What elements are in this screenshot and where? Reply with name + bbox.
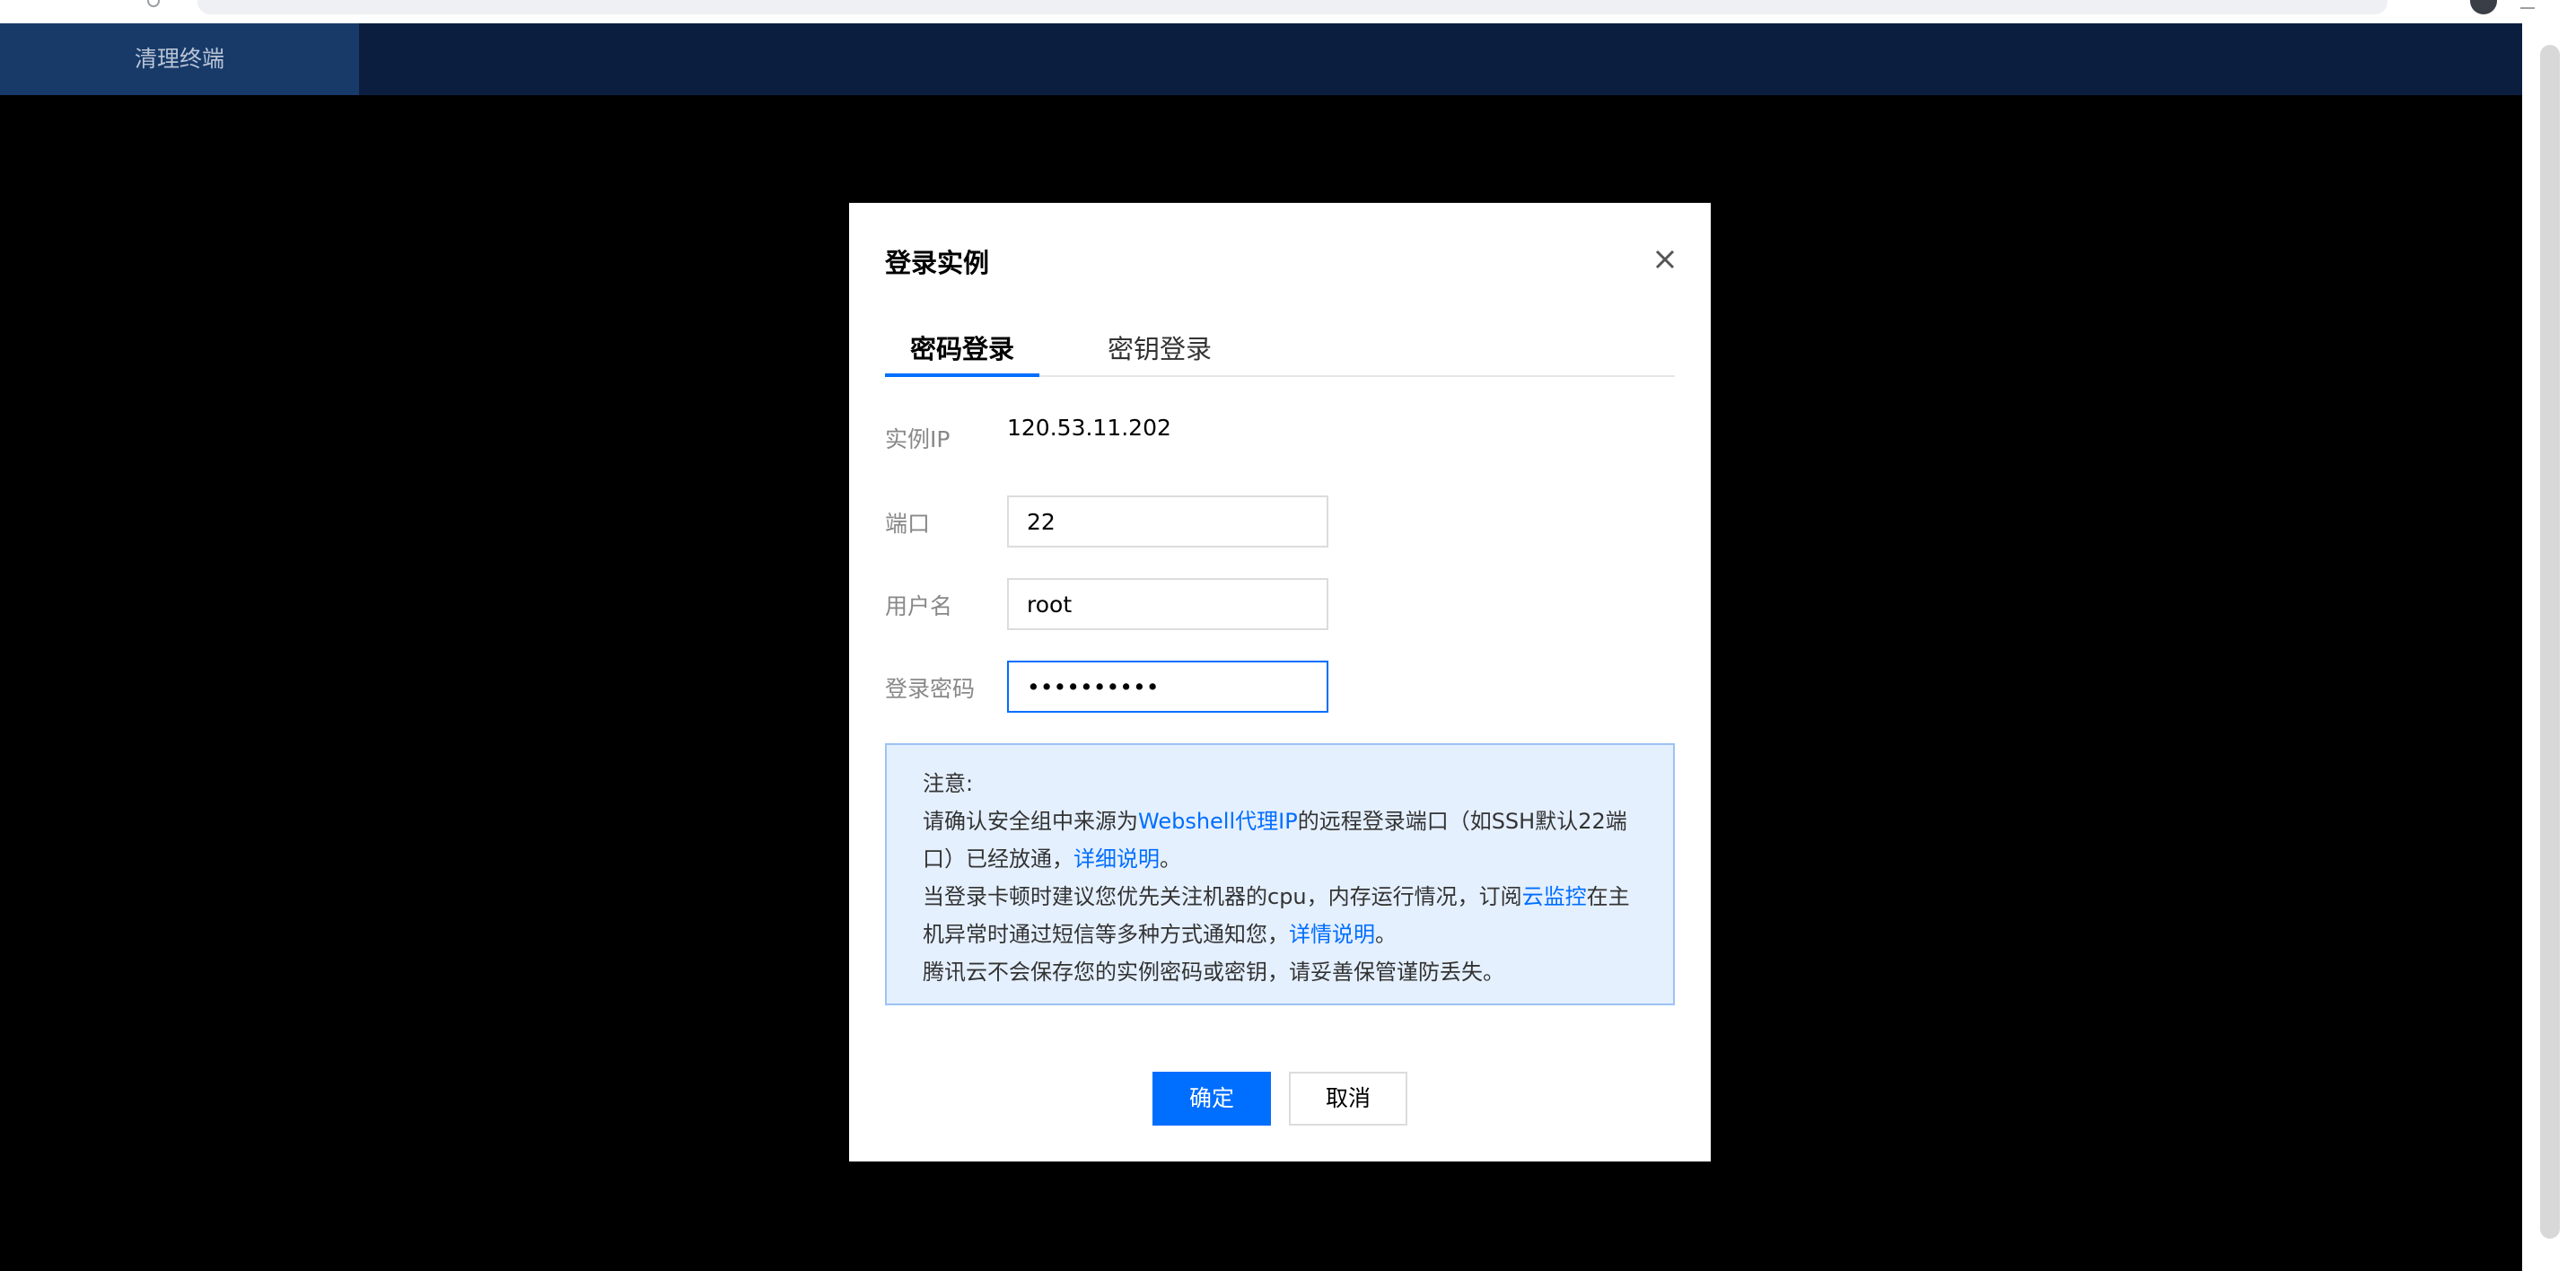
password-input[interactable] — [1007, 661, 1328, 713]
username-label: 用户名 — [885, 593, 953, 619]
notice-line-3: 腾讯云不会保存您的实例密码或密钥，请妥善保管谨防丢失。 — [923, 960, 1504, 985]
username-input[interactable] — [1007, 578, 1328, 630]
login-instance-dialog: 登录实例 密码登录 密钥登录 实例IP 120.53.11.202 端口 用户名… — [849, 203, 1711, 1161]
port-label: 端口 — [885, 511, 931, 537]
menu-icon[interactable] — [2520, 0, 2535, 9]
password-label: 登录密码 — [885, 676, 976, 702]
app-header: 清理终端 — [0, 23, 2576, 95]
confirm-button[interactable]: 确定 — [1152, 1072, 1271, 1126]
cloud-monitor-link[interactable]: 云监控 — [1522, 884, 1587, 909]
notice-line-1: 请确认安全组中来源为Webshell代理IP的远程登录端口（如SSH默认22端口… — [923, 802, 1637, 878]
profile-avatar[interactable] — [2470, 0, 2497, 14]
scrollbar-thumb[interactable] — [2540, 45, 2560, 1239]
tab-key-login[interactable]: 密钥登录 — [1082, 325, 1237, 375]
notice-line-2-prefix: 当登录卡顿时建议您优先关注机器的cpu，内存运行情况，订阅 — [923, 884, 1522, 909]
dialog-title: 登录实例 — [885, 248, 990, 278]
tab-password-login[interactable]: 密码登录 — [885, 325, 1039, 377]
cancel-button[interactable]: 取消 — [1289, 1072, 1407, 1126]
instance-ip-label: 实例IP — [885, 426, 951, 452]
details-link[interactable]: 详情说明 — [1289, 922, 1375, 947]
webshell-proxy-ip-link[interactable]: Webshell代理IP — [1138, 809, 1298, 834]
clear-terminal-button[interactable]: 清理终端 — [0, 23, 359, 95]
notice-line-2-suffix: 。 — [1375, 922, 1397, 947]
notice-line-2: 当登录卡顿时建议您优先关注机器的cpu，内存运行情况，订阅云监控在主机异常时通过… — [923, 878, 1637, 953]
login-tabs: 密码登录 密钥登录 — [885, 325, 1675, 377]
notice-line-1-prefix: 请确认安全组中来源为 — [923, 809, 1138, 834]
instance-ip-value: 120.53.11.202 — [1007, 415, 1171, 441]
browser-top-bar — [0, 0, 2576, 23]
detail-explanation-link[interactable]: 详细说明 — [1073, 846, 1160, 872]
close-button[interactable] — [1650, 244, 1680, 275]
reload-icon[interactable] — [147, 0, 160, 7]
address-bar[interactable] — [197, 0, 2388, 14]
notice-line-1-suffix: 。 — [1160, 846, 1181, 872]
close-icon — [1655, 250, 1675, 269]
notice-heading: 注意: — [923, 771, 974, 796]
port-input[interactable] — [1007, 495, 1328, 548]
notice-box: 注意: 请确认安全组中来源为Webshell代理IP的远程登录端口（如SSH默认… — [885, 743, 1675, 1005]
